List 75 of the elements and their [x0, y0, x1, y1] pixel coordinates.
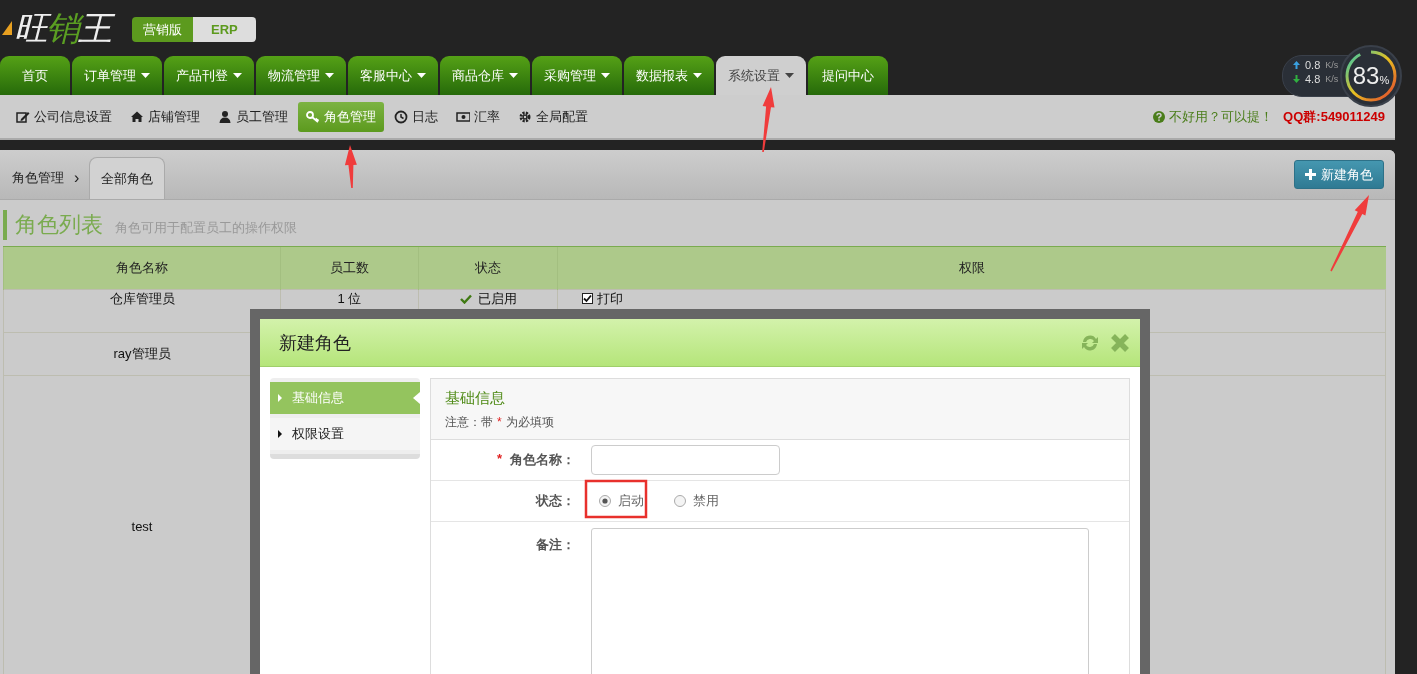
- highlight-frame: [584, 479, 648, 519]
- subnav-item[interactable]: 全局配置: [510, 101, 596, 132]
- logo-triangle-icon: [2, 21, 12, 35]
- field-label: 角色名称：: [510, 451, 575, 469]
- section-title: 角色列表: [15, 211, 103, 239]
- field-label: 备注：: [536, 536, 575, 554]
- remark-textarea[interactable]: [591, 528, 1089, 674]
- radio-label: 启动: [618, 492, 644, 510]
- radio-button[interactable]: [674, 495, 686, 507]
- speed-value: 4.8: [1305, 73, 1321, 85]
- nav-tab[interactable]: 提问中心: [808, 56, 888, 95]
- speed-unit: K/s: [1325, 60, 1339, 70]
- subnav-item[interactable]: 汇率: [448, 101, 508, 132]
- panel-title: 基础信息: [445, 389, 506, 408]
- pointer-notch: [413, 392, 420, 404]
- percent-sign: %: [1379, 74, 1390, 86]
- edition-toggle[interactable]: 营销版: [132, 16, 193, 42]
- user-icon: [218, 109, 232, 124]
- qq-group-link[interactable]: QQ群:549011249: [1283, 107, 1385, 126]
- radio-label: 禁用: [693, 492, 719, 510]
- settings-icon: [518, 109, 532, 124]
- arrow-down-icon: [1293, 75, 1300, 83]
- radio-button[interactable]: [599, 495, 611, 507]
- clock-icon: [394, 109, 408, 124]
- new-role-button[interactable]: 新建角色: [1294, 160, 1384, 189]
- speed-unit: K/s: [1325, 74, 1339, 84]
- speed-value: 0.8: [1305, 59, 1321, 71]
- plus-icon: [1305, 169, 1316, 180]
- text-input-field[interactable]: [591, 445, 780, 475]
- breadcrumb-tab[interactable]: 全部角色: [89, 157, 166, 199]
- nav-tab[interactable]: 物流管理: [256, 56, 346, 95]
- column-header: 角色名称: [3, 246, 281, 290]
- nav-tab[interactable]: 客服中心: [348, 56, 438, 95]
- annotation-arrow: [344, 145, 357, 188]
- column-header: 员工数: [280, 246, 419, 290]
- help-icon: [1153, 110, 1166, 123]
- edit-icon: [16, 109, 30, 124]
- field-label: 状态：: [536, 492, 575, 510]
- check-icon: [459, 293, 472, 304]
- nav-tab[interactable]: 系统设置: [716, 56, 806, 95]
- permission-label: 打印: [597, 291, 623, 306]
- breadcrumb-separator: ›: [74, 169, 80, 187]
- dialog-title: 新建角色: [279, 331, 352, 355]
- nav-tab[interactable]: 产品刊登: [164, 56, 254, 95]
- subnav-item[interactable]: 公司信息设置: [8, 101, 120, 132]
- nav-tab[interactable]: 采购管理: [532, 56, 622, 95]
- logo: 旺销王: [12, 6, 118, 50]
- caret-right-icon: [278, 430, 282, 438]
- nav-tab[interactable]: 首页: [0, 56, 70, 95]
- key-icon: [306, 109, 320, 124]
- arrow-up-icon: [1293, 61, 1300, 69]
- column-header: 状态: [418, 246, 558, 290]
- usage-percent: 83: [1352, 62, 1380, 90]
- checkbox[interactable]: [582, 293, 593, 304]
- breadcrumb-link[interactable]: 角色管理: [12, 169, 64, 187]
- subnav-item[interactable]: 日志: [386, 101, 446, 132]
- nav-tab[interactable]: 数据报表: [624, 56, 714, 95]
- subnav-item[interactable]: 员工管理: [210, 101, 296, 132]
- subnav-item[interactable]: 店铺管理: [122, 101, 208, 132]
- caret-right-icon: [278, 394, 282, 402]
- annotation-arrow: [762, 87, 775, 153]
- status-text: 已启用: [477, 291, 517, 306]
- edition-toggle[interactable]: ERP: [193, 16, 256, 42]
- feedback-text: 不好用？可以提！: [1169, 107, 1274, 126]
- nav-tab[interactable]: 订单管理: [72, 56, 162, 95]
- close-icon[interactable]: [1110, 332, 1130, 353]
- menu-item[interactable]: 权限设置: [270, 418, 420, 450]
- column-header: 权限: [557, 246, 1386, 290]
- table-cell: 仓库管理员: [3, 289, 281, 333]
- home-icon: [130, 109, 144, 124]
- required-note: 注意：带 * 为必填项: [445, 414, 555, 431]
- subnav-item[interactable]: 角色管理: [298, 101, 384, 132]
- banknote-icon: [456, 109, 470, 124]
- required-mark: *: [496, 451, 502, 468]
- nav-tab[interactable]: 商品仓库: [440, 56, 530, 95]
